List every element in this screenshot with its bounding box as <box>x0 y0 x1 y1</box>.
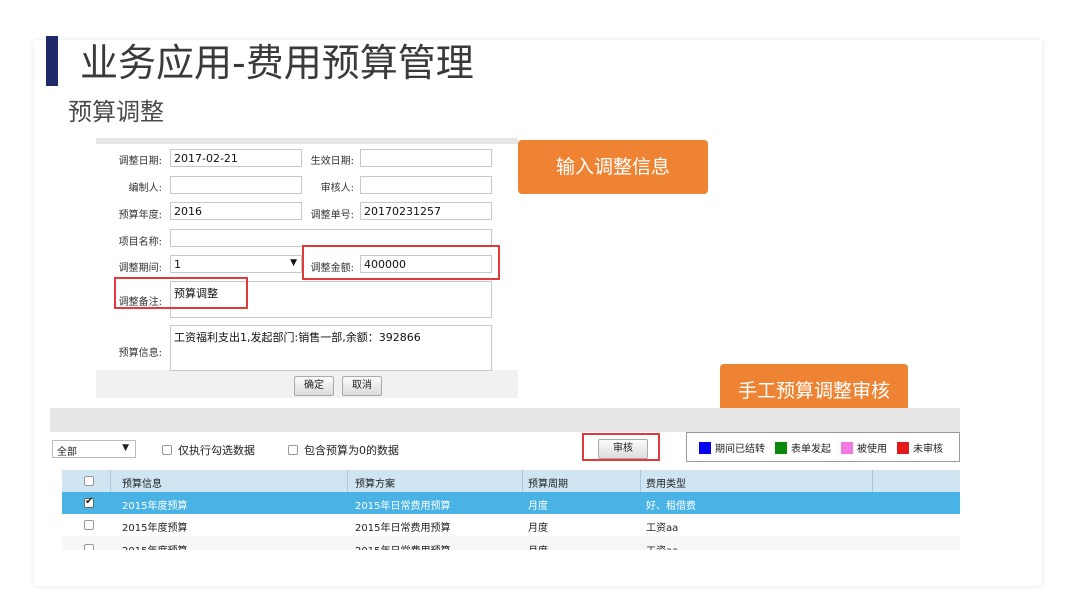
table-row[interactable]: 2015年度预算 2015年日常费用预算 月度 好、租借费 <box>62 492 960 514</box>
row-type: 工资aa <box>646 542 678 550</box>
amount-highlight-box <box>302 245 500 280</box>
table-row[interactable]: 2015年度预算 2015年日常费用预算 月度 工资aa <box>62 514 960 536</box>
scope-select[interactable]: 全部 ▼ <box>52 440 136 458</box>
legend-label: 被使用 <box>857 444 887 455</box>
slide: 业务应用-费用预算管理 预算调整 调整日期: 2017-02-21 生效日期: … <box>0 0 1080 608</box>
reviewer-field[interactable] <box>360 176 492 194</box>
grid-toolbar-strip <box>50 408 960 432</box>
grid-header: 预算信息 预算方案 预算周期 费用类型 <box>62 470 960 492</box>
period-select[interactable]: 1 ▼ <box>170 255 302 273</box>
column-divider <box>347 470 348 492</box>
period-select-value: 1 <box>174 258 181 271</box>
row-plan: 2015年日常费用预算 <box>355 523 451 534</box>
ok-button[interactable]: 确定 <box>294 376 334 396</box>
column-divider <box>522 470 523 492</box>
adjust-date-field[interactable]: 2017-02-21 <box>170 149 302 167</box>
info-label: 预算信息: <box>118 348 162 359</box>
row-info: 2015年度预算 <box>122 542 187 550</box>
author-field[interactable] <box>170 176 302 194</box>
adjust-no-label: 调整单号: <box>310 210 354 221</box>
project-label: 项目名称: <box>118 237 162 248</box>
column-header-info[interactable]: 预算信息 <box>122 475 162 490</box>
legend-label: 表单发起 <box>791 444 831 455</box>
row-period: 月度 <box>528 501 548 512</box>
budget-year-field[interactable]: 2016 <box>170 202 302 220</box>
adjust-date-label: 调整日期: <box>118 156 162 167</box>
slide-title: 业务应用-费用预算管理 <box>80 41 474 85</box>
legend-label: 未审核 <box>913 444 943 455</box>
callout-input-info: 输入调整信息 <box>518 140 708 194</box>
legend-swatch-green <box>775 442 787 454</box>
only-checked-label: 仅执行勾选数据 <box>178 444 255 457</box>
remark-highlight-box <box>114 277 248 309</box>
select-all-checkbox[interactable] <box>84 476 94 486</box>
scope-select-value: 全部 <box>57 447 77 458</box>
budget-info-textarea[interactable]: 工资福利支出1,发起部门:销售一部,余额：392866 <box>170 325 492 371</box>
row-period: 月度 <box>528 523 548 534</box>
row-checkbox[interactable] <box>84 520 94 530</box>
include-zero-label: 包含预算为0的数据 <box>304 444 399 457</box>
effective-date-label: 生效日期: <box>310 156 354 167</box>
column-header-period[interactable]: 预算周期 <box>528 475 568 490</box>
row-checkbox[interactable] <box>84 544 94 550</box>
row-period: 月度 <box>528 542 548 550</box>
cancel-button[interactable]: 取消 <box>342 376 382 396</box>
row-checkbox[interactable] <box>84 496 94 508</box>
legend-swatch-pink <box>841 442 853 454</box>
status-legend: 期间已结转 表单发起 被使用 未审核 <box>686 432 960 462</box>
legend-swatch-blue <box>699 442 711 454</box>
column-header-type[interactable]: 费用类型 <box>646 475 686 490</box>
only-checked-checkbox[interactable] <box>162 445 172 455</box>
include-zero-checkbox[interactable] <box>288 445 298 455</box>
period-label: 调整期间: <box>118 263 162 274</box>
column-divider <box>872 470 873 492</box>
legend-label: 期间已结转 <box>715 444 765 455</box>
row-type: 好、租借费 <box>646 501 696 512</box>
row-plan: 2015年日常费用预算 <box>355 542 450 550</box>
column-header-plan[interactable]: 预算方案 <box>355 475 395 490</box>
budget-year-label: 预算年度: <box>118 210 162 221</box>
table-row[interactable]: 2015年度预算 2015年日常费用预算 月度 工资aa <box>62 536 960 550</box>
column-divider <box>640 470 641 492</box>
title-accent-bar <box>46 36 58 86</box>
column-divider <box>110 470 111 492</box>
row-plan: 2015年日常费用预算 <box>355 501 451 512</box>
row-type: 工资aa <box>646 523 679 534</box>
row-info: 2015年度预算 <box>122 501 188 512</box>
reviewer-label: 审核人: <box>320 183 354 194</box>
slide-subtitle: 预算调整 <box>68 98 164 126</box>
effective-date-field[interactable] <box>360 149 492 167</box>
chevron-down-icon: ▼ <box>122 443 129 453</box>
author-label: 编制人: <box>128 183 162 194</box>
row-info: 2015年度预算 <box>122 523 188 534</box>
adjust-no-field[interactable]: 20170231257 <box>360 202 492 220</box>
review-highlight-box <box>582 433 660 461</box>
legend-swatch-red <box>897 442 909 454</box>
